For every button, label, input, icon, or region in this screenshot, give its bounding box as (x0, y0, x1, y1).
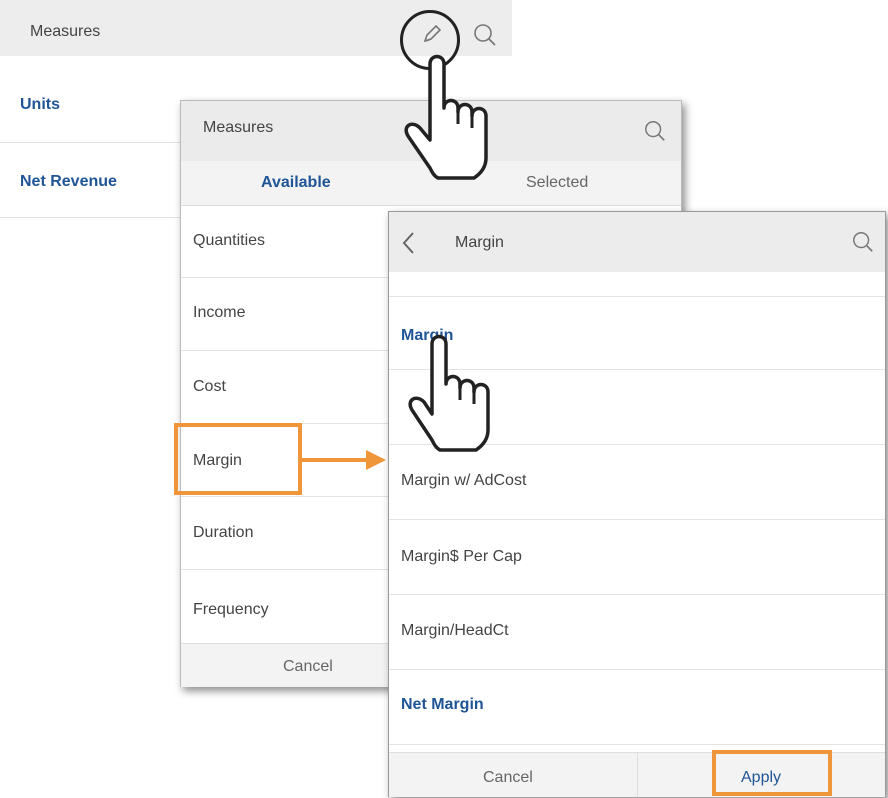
list-item-label: Margin$ Per Cap (401, 548, 522, 565)
front-panel-header: Margin (389, 212, 885, 272)
margin-dialog: Margin Margin Margin w/ AdCost Margin$ P… (388, 211, 886, 797)
list-item-label: Margin/HeadCt (401, 622, 509, 639)
mid-panel-title: Measures (203, 119, 274, 136)
list-spacer (389, 272, 885, 297)
list-item-net-margin[interactable]: Net Margin (389, 670, 885, 745)
list-item-label: Income (193, 304, 246, 321)
list-item-label: Net Revenue (20, 173, 117, 190)
chevron-left-icon[interactable] (399, 230, 419, 261)
hand-pointer-icon (404, 54, 488, 180)
tab-selected[interactable]: Selected (526, 174, 588, 192)
search-icon[interactable] (472, 22, 498, 53)
margin-callout-box (174, 423, 302, 495)
back-panel-title: Measures (30, 23, 101, 40)
callout-arrow (300, 450, 386, 470)
search-icon[interactable] (851, 230, 875, 259)
tab-available[interactable]: Available (261, 174, 331, 192)
list-item-label: Margin w/ AdCost (401, 472, 527, 489)
list-item-margin-per-cap[interactable]: Margin$ Per Cap (389, 520, 885, 595)
list-item-margin-headct[interactable]: Margin/HeadCt (389, 595, 885, 670)
cancel-button[interactable]: Cancel (283, 658, 333, 676)
footer-divider (637, 753, 638, 797)
list-item-label: Cost (193, 378, 226, 395)
list-item-label: Net Margin (401, 696, 484, 713)
search-icon[interactable] (643, 119, 667, 148)
front-panel-title: Margin (455, 234, 504, 251)
list-item-label: Units (20, 96, 60, 113)
list-item-label: Frequency (193, 601, 269, 618)
hand-pointer-icon (408, 334, 490, 452)
list-item-label: Duration (193, 524, 254, 541)
list-item-label: Quantities (193, 232, 266, 249)
apply-callout-box (712, 750, 832, 796)
cancel-button[interactable]: Cancel (483, 769, 533, 787)
